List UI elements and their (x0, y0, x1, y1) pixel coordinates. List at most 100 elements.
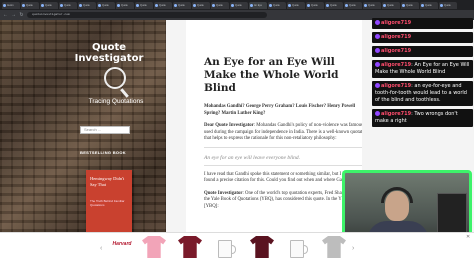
browser-tab[interactable]: Quote (59, 1, 77, 9)
browser-tab[interactable]: Quote (173, 1, 191, 9)
browser-tab[interactable]: Quote (268, 1, 286, 9)
browser-tab[interactable]: Quote (363, 1, 381, 9)
forward-arrow-icon[interactable]: → (11, 12, 16, 18)
site-title[interactable]: Quote Investigator (64, 42, 154, 64)
shirt-icon (322, 236, 346, 258)
browser-tab[interactable]: Quote (154, 1, 172, 9)
screen: Auton Quote Quote Quote Quote Quote Quot… (0, 0, 474, 266)
tab-title: Quote (292, 3, 299, 7)
tab-favicon-icon (440, 3, 443, 7)
tab-favicon-icon (155, 3, 158, 7)
tab-title: Quote (102, 3, 109, 7)
browser-tab[interactable]: Quote (382, 1, 400, 9)
browser-tab[interactable]: Quote (230, 1, 248, 9)
bestselling-label: BESTSELLING BOOK (80, 150, 126, 155)
reload-icon[interactable]: ↻ (19, 12, 24, 18)
subscriber-badge-icon (375, 111, 380, 116)
browser-tab-active[interactable]: An Eye (249, 1, 267, 9)
tab-strip: Auton Quote Quote Quote Quote Quote Quot… (0, 0, 474, 10)
tab-title: Auton (7, 3, 14, 7)
shirt-icon (250, 236, 274, 258)
tab-favicon-icon (269, 3, 272, 7)
browser-tab[interactable]: Auton (2, 1, 20, 9)
article-paragraph: Dear Quote Investigator: Mohandas Gandhi… (204, 123, 370, 143)
divider (204, 146, 370, 148)
tab-favicon-icon (288, 3, 291, 7)
browser-tab[interactable]: Quote (401, 1, 419, 9)
tab-favicon-icon (250, 3, 253, 7)
ad-product-mug[interactable] (214, 236, 238, 262)
subscriber-badge-icon (375, 62, 380, 67)
browser-tab[interactable]: Quote (135, 1, 153, 9)
mug-icon (290, 240, 308, 258)
tab-favicon-icon (3, 3, 6, 7)
search-input[interactable]: Search ... (80, 126, 130, 134)
tab-title: Quote (425, 3, 432, 7)
browser-tab[interactable]: Quote (97, 1, 115, 9)
tab-favicon-icon (383, 3, 386, 7)
browser-tab[interactable]: Quote (21, 1, 39, 9)
ad-banner: ‹ Harvard › ✕ (0, 232, 474, 266)
book-subtitle: The Truth Behind Familiar Quotations (90, 199, 125, 207)
ad-product-grey-shirt[interactable] (322, 236, 346, 262)
tab-favicon-icon (193, 3, 196, 7)
tab-title: Quote (387, 3, 394, 7)
article-title: An Eye for an Eye Will Make the Whole Wo… (204, 56, 339, 94)
chat-username: aligore719 (381, 83, 412, 89)
chat-username: aligore719 (381, 20, 412, 26)
chat-message: aligore719 (372, 32, 473, 43)
browser-tab[interactable]: Quote (40, 1, 58, 9)
tab-favicon-icon (22, 3, 25, 7)
ad-close-icon[interactable]: ✕ (466, 234, 472, 240)
tab-favicon-icon (41, 3, 44, 7)
subscriber-badge-icon (375, 20, 380, 25)
browser-tab[interactable]: Quote (116, 1, 134, 9)
book-title: Hemingway Didn't Say That (90, 176, 125, 187)
tab-title: Quote (406, 3, 413, 7)
tab-favicon-icon (231, 3, 234, 7)
subscriber-badge-icon (375, 83, 380, 88)
site-tagline: Tracing Quotations (88, 98, 144, 105)
browser-tab[interactable]: Quote (78, 1, 96, 9)
tab-title: Quote (235, 3, 242, 7)
browser-tab[interactable]: Quote (211, 1, 229, 9)
tab-title: Quote (197, 3, 204, 7)
tab-title: Quote (45, 3, 52, 7)
tab-title: Quote (273, 3, 280, 7)
ad-product-maroon-shirt[interactable] (178, 236, 202, 262)
browser-tab[interactable]: Quote (325, 1, 343, 9)
mug-icon (218, 240, 236, 258)
browser-tab[interactable]: Quote (439, 1, 457, 9)
tab-favicon-icon (98, 3, 101, 7)
url-field[interactable]: quoteinvestigator.com (27, 12, 267, 18)
tab-title: Quote (349, 3, 356, 7)
dear-qi-lead: Dear Quote Investigator (204, 123, 254, 128)
browser-tab[interactable]: Quote (306, 1, 324, 9)
chat-username: aligore719 (381, 48, 412, 54)
tab-title: Quote (368, 3, 375, 7)
ad-brand-logo[interactable]: Harvard (110, 242, 134, 256)
ad-product-mug-2[interactable] (286, 236, 310, 262)
back-arrow-icon[interactable]: ← (3, 12, 8, 18)
browser-tab[interactable]: Quote (344, 1, 362, 9)
book-cover[interactable]: Hemingway Didn't Say That The Truth Behi… (86, 170, 132, 232)
ad-prev-icon[interactable]: ‹ (100, 245, 106, 253)
browser-tab[interactable]: Quote (287, 1, 305, 9)
tab-title: Quote (178, 3, 185, 7)
ad-product-pink-shirt[interactable] (142, 236, 166, 262)
ad-next-icon[interactable]: › (352, 245, 358, 253)
tab-title: Quote (330, 3, 337, 7)
browser-tab[interactable]: Quote (192, 1, 210, 9)
headphones-icon (381, 187, 413, 203)
article: An Eye for an Eye Will Make the Whole Wo… (186, 20, 370, 232)
magnifier-logo-icon (104, 67, 126, 89)
tab-title: Quote (159, 3, 166, 7)
chat-overlay: aligore719 aligore719 aligore719 aligore… (372, 18, 473, 130)
tab-favicon-icon (117, 3, 120, 7)
subscriber-badge-icon (375, 48, 380, 53)
browser-tab[interactable]: Quote (420, 1, 438, 9)
chat-message: aligore719: Two wrongs don't make a righ… (372, 109, 473, 127)
tab-title: Quote (444, 3, 451, 7)
ad-product-dark-shirt[interactable] (250, 236, 274, 262)
subscriber-badge-icon (375, 34, 380, 39)
